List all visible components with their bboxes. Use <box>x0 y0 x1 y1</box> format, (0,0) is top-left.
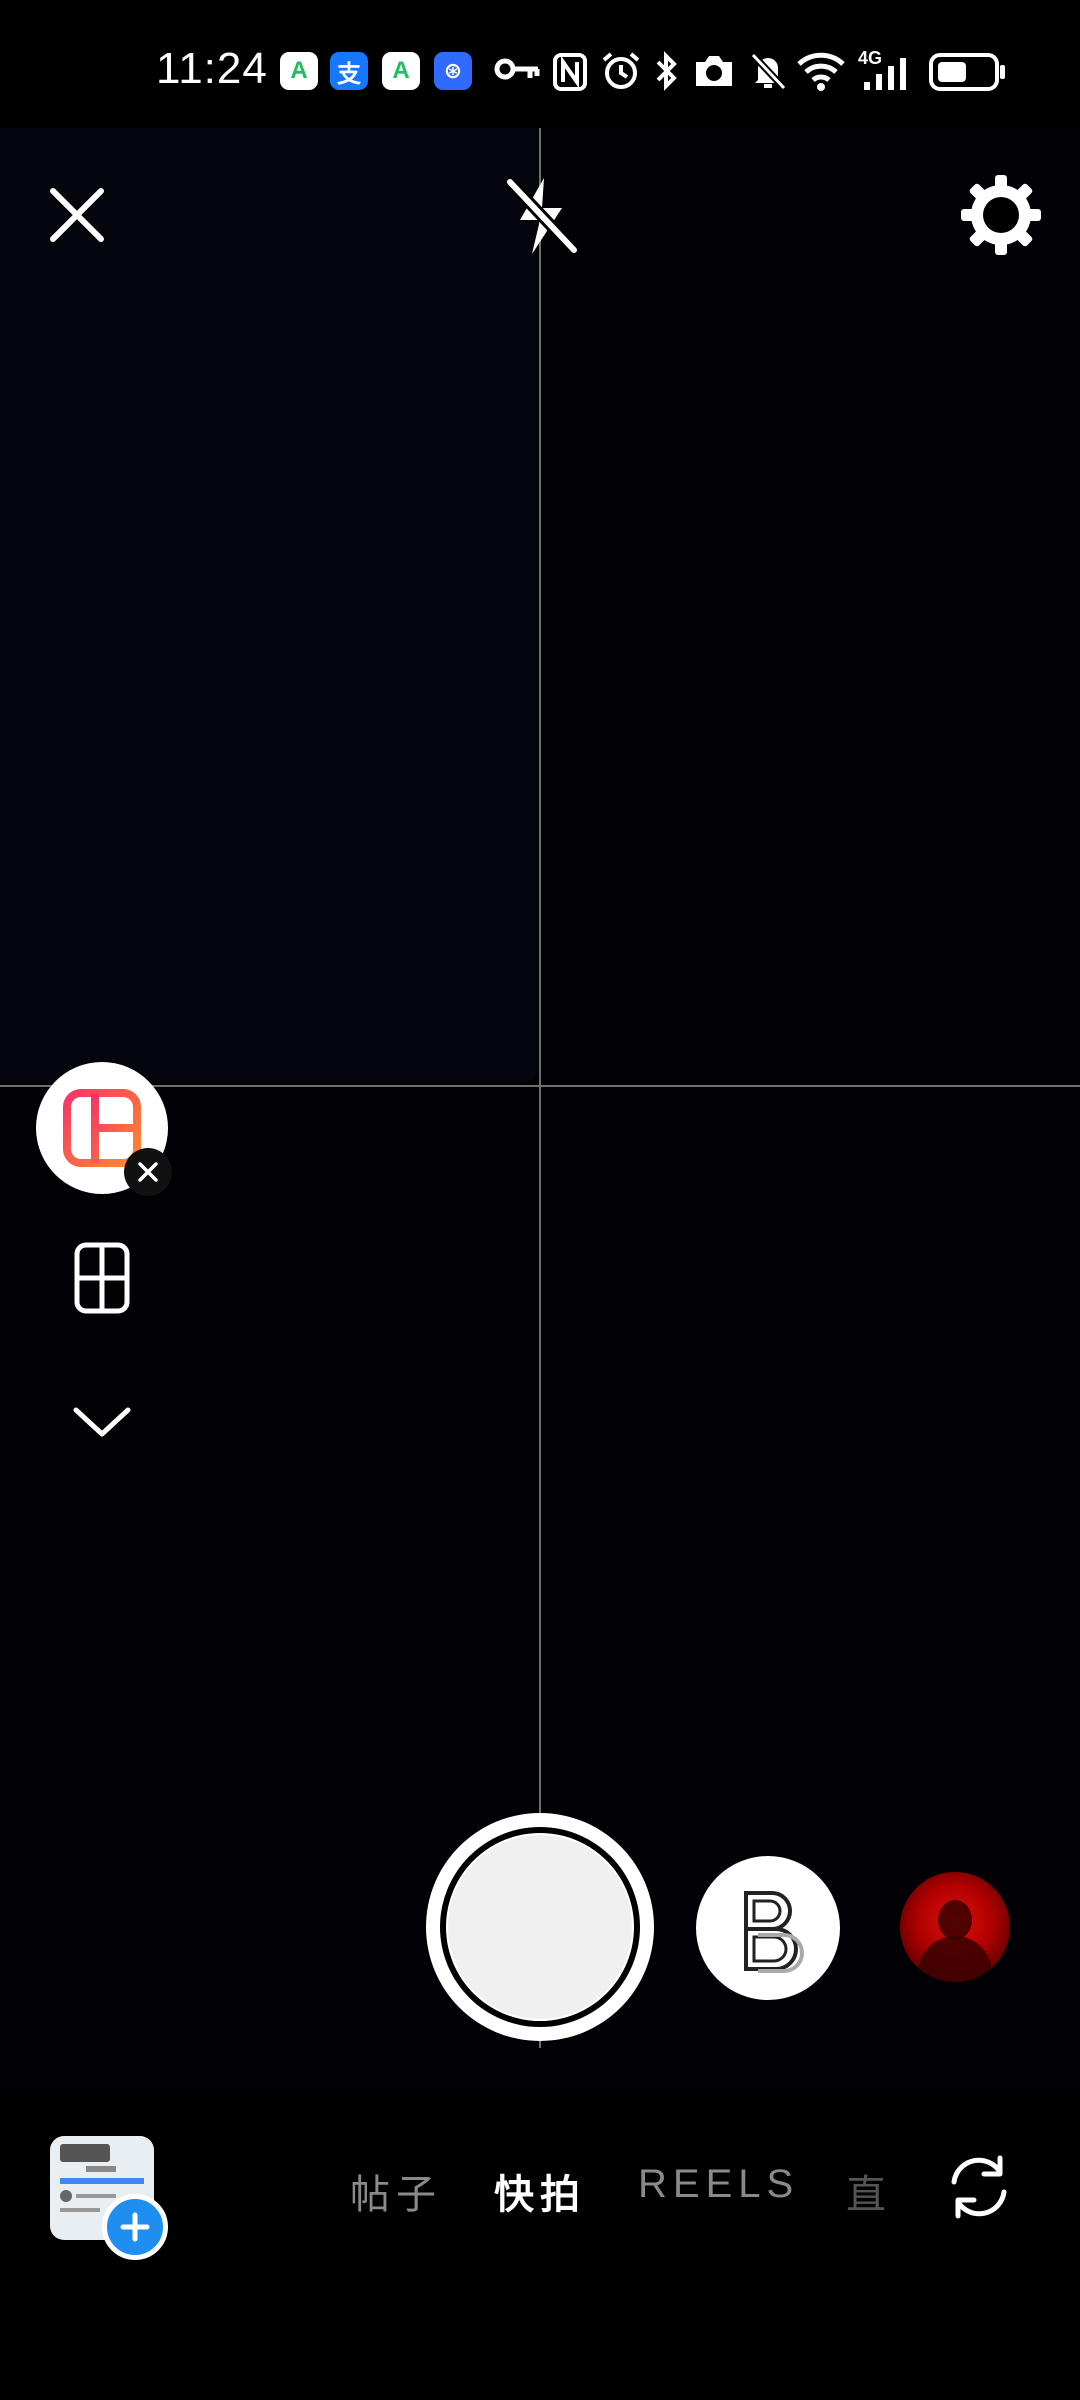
close-icon <box>50 188 104 242</box>
app-a-glyph: A <box>290 57 308 84</box>
app-a-icon: A <box>382 52 420 90</box>
red-portrait-filter-button[interactable] <box>900 1872 1010 1982</box>
app-a-icon: A <box>280 52 318 90</box>
camera-mode-tabs: 帖子 快拍 REELS 直 <box>0 2162 1080 2222</box>
shutter-core <box>448 1835 632 2019</box>
chevron-down-icon <box>73 1407 131 1437</box>
alipay-glyph: 支 <box>337 59 361 88</box>
camera-icon <box>696 56 732 86</box>
tab-live[interactable]: 直 <box>846 2162 892 2220</box>
mute-icon <box>750 52 787 91</box>
tab-reels[interactable]: REELS <box>638 2162 799 2207</box>
layout-grid-horizontal-line <box>0 1085 1080 1087</box>
close-button[interactable] <box>44 182 110 248</box>
status-time: 11:24 <box>156 44 268 93</box>
flash-toggle-button[interactable] <box>500 174 584 258</box>
alarm-icon <box>602 52 640 89</box>
camera-settings-button[interactable] <box>958 172 1044 258</box>
flip-camera-icon <box>951 2155 1007 2219</box>
alipay-icon: 支 <box>330 52 368 90</box>
settings-gear-icon <box>961 175 1041 255</box>
nfc-icon <box>553 53 587 91</box>
bluetooth-icon <box>656 51 677 91</box>
more-tools-button[interactable] <box>70 1402 134 1446</box>
change-grid-button[interactable] <box>72 1240 132 1320</box>
app-shield-glyph: ⊛ <box>443 58 463 84</box>
layout-grid-vertical-line <box>539 128 541 2048</box>
battery-icon <box>929 53 1005 91</box>
tab-post[interactable]: 帖子 <box>350 2162 442 2220</box>
portrait-shoulders <box>918 1936 992 1982</box>
thumb-block <box>60 2144 110 2162</box>
app-a-glyph: A <box>392 57 410 84</box>
boomerang-effect-button[interactable] <box>696 1856 840 2000</box>
flash-off-icon <box>505 177 579 255</box>
signal-icon <box>864 58 906 90</box>
boomerang-b-icon <box>744 1891 804 1973</box>
flip-camera-button[interactable] <box>942 2150 1016 2228</box>
shutter-button[interactable] <box>426 1813 654 2041</box>
close-icon <box>138 1162 158 1182</box>
key-icon <box>494 58 540 80</box>
wifi-icon <box>797 52 845 91</box>
portrait-head <box>938 1900 972 1940</box>
status-bar: 11:24 A 支 A ⊛ 4G <box>0 0 1080 130</box>
tab-story[interactable]: 快拍 <box>494 2162 586 2220</box>
layout-cell-top-left[interactable] <box>0 128 538 1084</box>
shutter-ring <box>440 1827 640 2027</box>
grid-icon <box>74 1242 130 1314</box>
app-shield-icon: ⊛ <box>434 52 472 90</box>
layout-close-button[interactable] <box>124 1148 172 1196</box>
